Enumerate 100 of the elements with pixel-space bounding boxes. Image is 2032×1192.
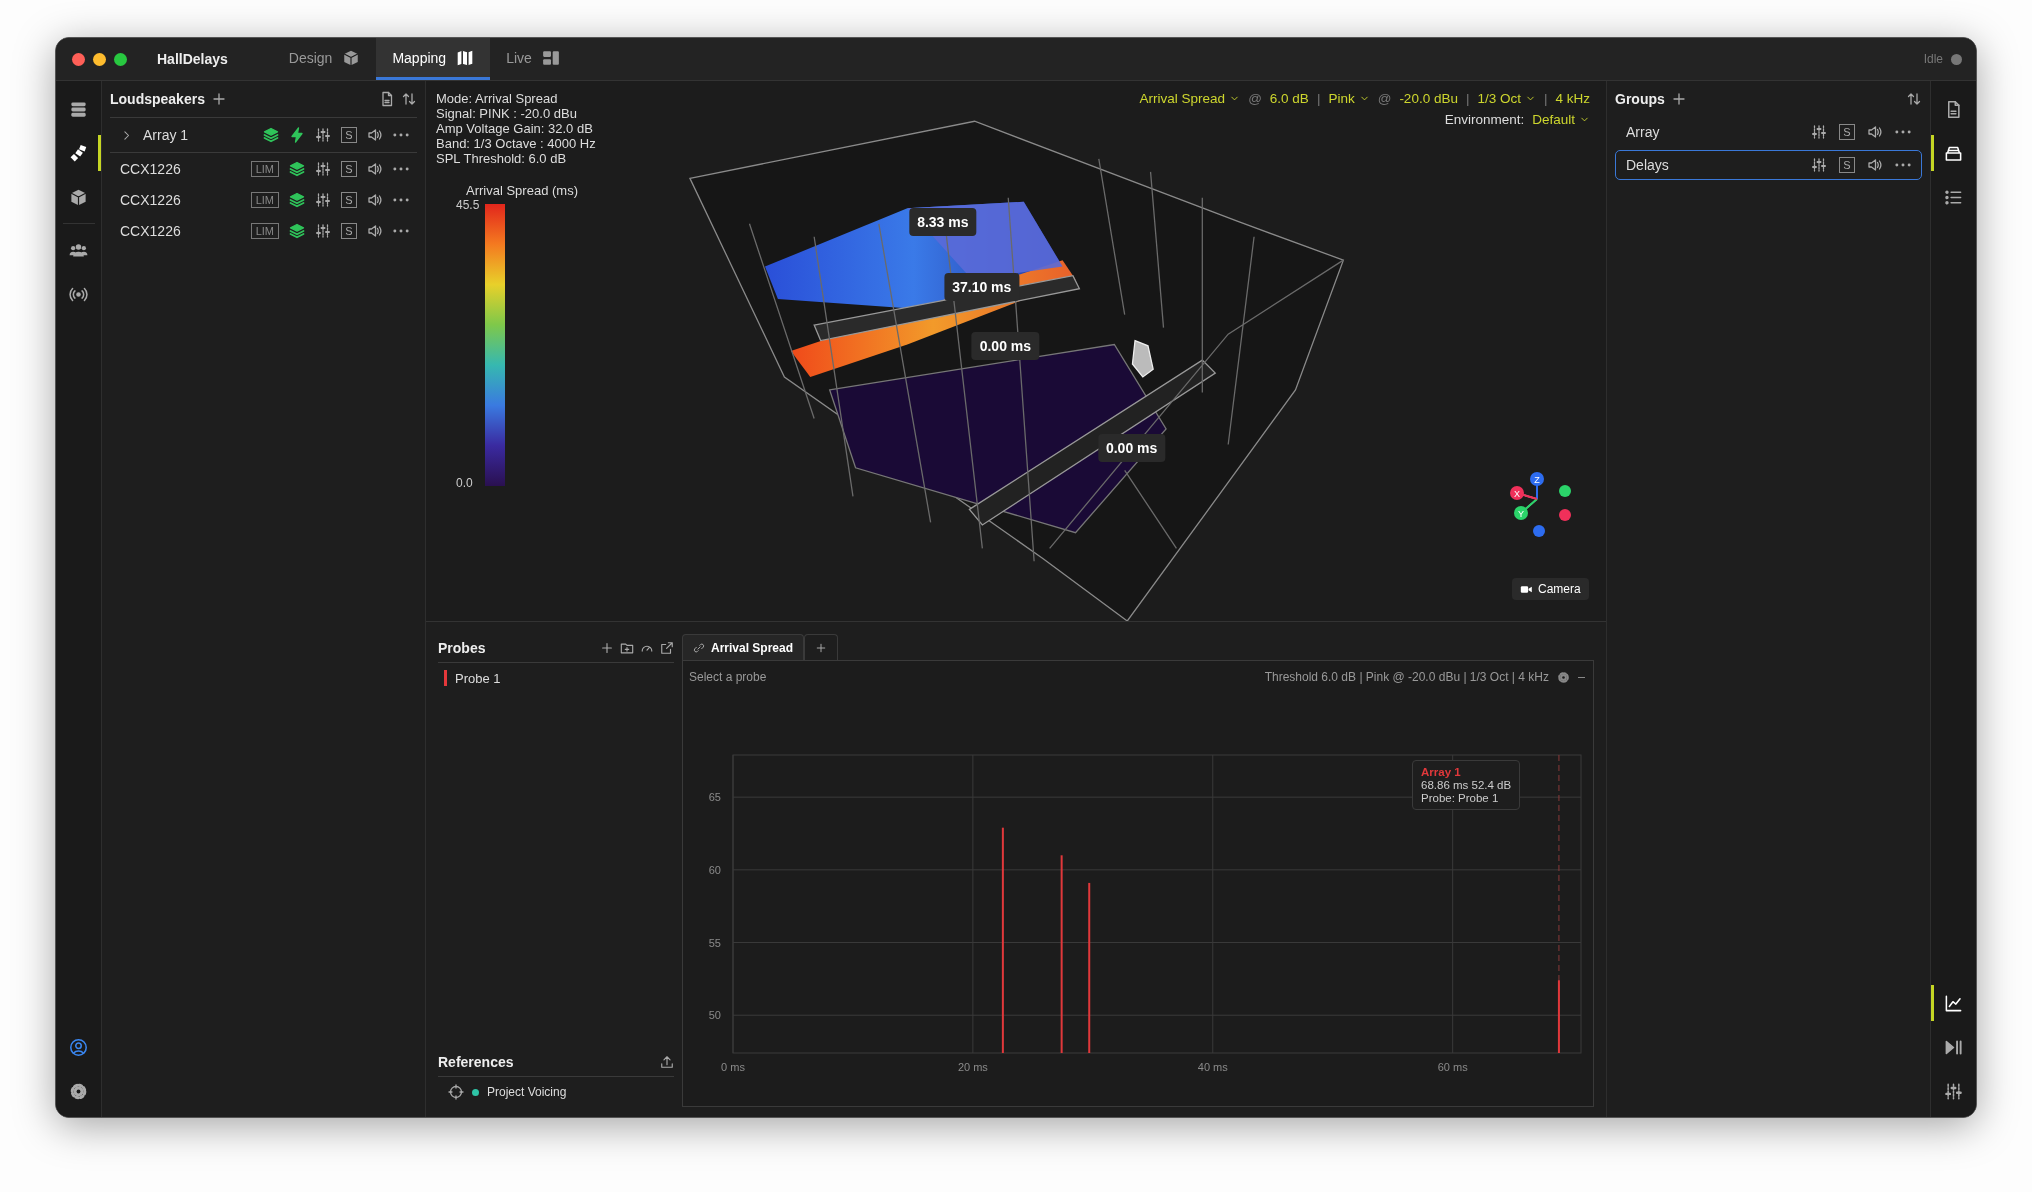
group-name: Delays [1626,157,1669,173]
value-text: -20.0 dBu [1399,91,1458,106]
solo-button[interactable]: S [1839,157,1855,173]
speaker-name: CCX1226 [120,191,181,208]
status-dot [1951,53,1962,65]
cube-icon [342,48,361,67]
legend-max: 45.5 [456,198,480,212]
info-text: Mode: Arrival Spread [436,91,559,106]
panel-title: Loudspeakers [110,91,205,107]
impulse-bar[interactable] [1001,827,1004,1053]
upload-button[interactable] [660,1055,674,1069]
chart-icon [1944,993,1963,1013]
speaker-icon [1867,157,1883,173]
limiter-button[interactable]: LIM [250,191,279,208]
solo-button[interactable]: S [1839,124,1855,140]
solo-button[interactable]: S [341,160,357,177]
axis-label: 0 ms [721,1061,745,1073]
mode-tab[interactable]: Design [272,38,377,80]
separator-text: @ [1377,91,1392,106]
zoom-button[interactable] [114,52,127,66]
solo-button[interactable]: S [341,222,357,239]
value-text: 4 kHz [1555,91,1590,106]
plus-icon [815,641,828,654]
user-icon [69,1037,88,1057]
document-icon [379,91,395,107]
environment-dropdown[interactable]: Default [1532,112,1590,127]
tooltip-title: Array 1 [1421,766,1462,778]
upload-icon [660,1055,674,1069]
sliders-icon [315,160,331,177]
add-button[interactable] [600,641,614,655]
group-row[interactable]: Array S [1615,117,1922,147]
close-button[interactable] [72,52,85,66]
panel-title: Probes [438,640,486,656]
collapse-line[interactable] [1578,676,1585,678]
plus-icon [600,641,614,655]
sliders-icon [315,127,331,143]
sort-button[interactable] [1906,91,1922,107]
value-label: 8.33 ms [909,208,977,237]
separator-text: @ [1248,91,1262,106]
external-link-icon [660,641,674,655]
value-label: 0.00 ms [971,331,1040,360]
more-icon [393,133,409,137]
value-label: 0.00 ms [1097,434,1166,463]
sort-button[interactable] [401,91,417,107]
info-text: Signal: PINK : -20.0 dBu [436,106,578,121]
sort-icon [1906,91,1922,107]
speaker-icon [367,191,383,208]
sliders-icon [315,222,331,239]
legend-min: 0.0 [456,476,474,490]
dropdown[interactable]: Arrival Spread [1139,91,1241,106]
layers-icon [289,191,305,208]
layers-icon [289,160,305,177]
sliders-icon [1811,157,1827,173]
array-name: Array 1 [143,127,189,143]
impulse-bar[interactable] [1088,882,1091,1053]
summary-text: Threshold 6.0 dB | Pink @ -20.0 dBu | 1/3 Oct | 4 kHz [1264,670,1549,684]
solo-button[interactable]: S [341,127,357,143]
group-row[interactable]: Delays S [1615,150,1922,180]
camera-button[interactable]: Camera [1512,578,1589,600]
probe-name[interactable]: Probe 1 [455,670,501,686]
info-text: SPL Threshold: 6.0 dB [436,151,568,166]
solo-button[interactable]: S [341,191,357,208]
group-name: Array [1626,124,1660,140]
more-icon [393,228,409,233]
value-text: 6.0 dB [1269,91,1309,106]
more-icon [1895,130,1911,134]
dropdown[interactable]: 1/3 Oct [1477,91,1536,106]
hint-text: Select a probe [689,670,767,684]
speaker-icon [367,222,383,239]
crosshair-icon [448,1084,464,1100]
environment-label: Environment: [1444,112,1525,127]
export-button[interactable] [660,641,674,655]
settings-icon [69,1081,88,1101]
settings-button[interactable] [1557,670,1570,684]
limiter-button[interactable]: LIM [250,222,279,239]
separator-text: | [1316,91,1321,106]
layers-icon [289,222,305,239]
mode-tab[interactable]: Mapping [376,38,491,80]
chart-tab[interactable]: Arrival Spread [682,634,805,660]
document-button[interactable] [379,91,395,107]
minimize-button[interactable] [93,52,106,66]
info-text: Amp Voltage Gain: 32.0 dB [436,121,594,136]
impulse-bar[interactable] [1557,980,1560,1053]
axis-label: 50 [708,1009,721,1022]
status-text: Idle [1923,52,1943,66]
tooltip-text: Probe: Probe 1 [1421,792,1500,804]
link-icon [693,641,705,654]
axis-label: 20 ms [957,1061,988,1073]
dropdown[interactable]: Pink [1328,91,1370,106]
value-label: 37.10 ms [944,273,1020,302]
mode-tab[interactable]: Live [490,38,576,80]
reference-name[interactable]: Project Voicing [487,1085,567,1099]
server-stack-icon [69,99,88,119]
limiter-button[interactable]: LIM [250,160,279,177]
panel-title: Groups [1615,91,1665,107]
info-text: Band: 1/3 Octave : 4000 Hz [436,136,596,151]
axis-label: 60 ms [1437,1061,1468,1073]
new-folder-button[interactable] [620,641,634,655]
layers-icon [263,127,279,143]
impulse-bar[interactable] [1060,855,1063,1053]
